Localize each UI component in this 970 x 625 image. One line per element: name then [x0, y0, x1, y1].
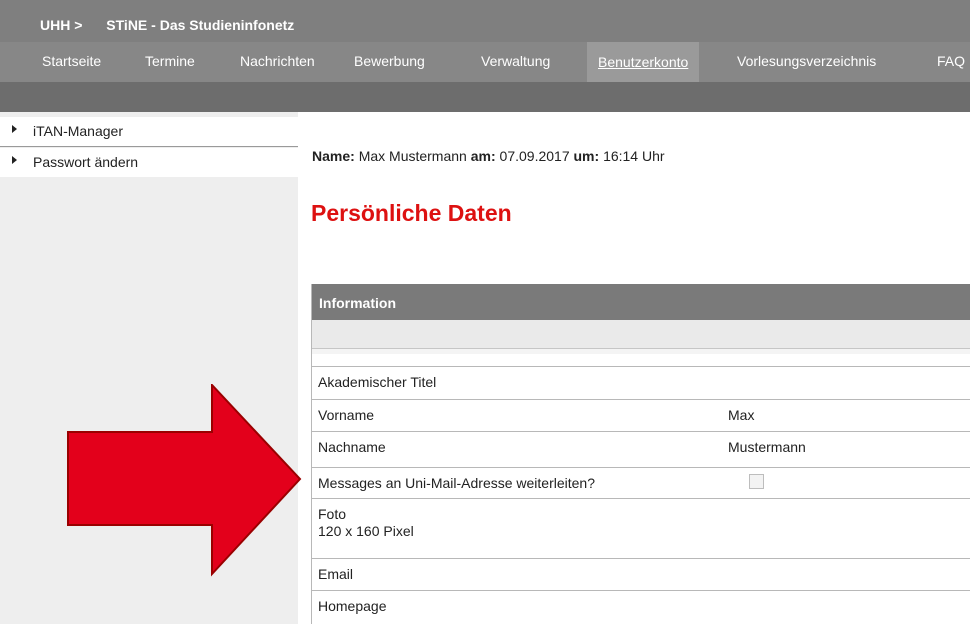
- sidebar-item-label: Passwort ändern: [33, 154, 139, 170]
- nav-item-nachrichten[interactable]: Nachrichten: [240, 53, 315, 69]
- triangle-right-icon: [12, 156, 17, 164]
- org-link[interactable]: UHH >: [40, 17, 82, 33]
- nav-item-benutzerkonto[interactable]: Benutzerkonto: [587, 42, 700, 82]
- red-arrow-icon: [67, 384, 302, 577]
- row-label: Akademischer Titel: [318, 374, 437, 390]
- row-value: Mustermann: [728, 439, 806, 455]
- page-title: Persönliche Daten: [311, 200, 512, 226]
- nav-item-verwaltung[interactable]: Verwaltung: [481, 53, 550, 69]
- row-label: Email: [318, 566, 354, 582]
- date-label: am:: [470, 148, 496, 164]
- time-value: 16:14 Uhr: [603, 148, 665, 164]
- table-spacer: [311, 349, 970, 354]
- table-left-border: [311, 284, 312, 624]
- table-row: Nachname Mustermann: [311, 431, 970, 462]
- date-value: 07.09.2017: [499, 148, 570, 164]
- name-label: Name:: [312, 148, 355, 164]
- table-header-label: Information: [319, 295, 396, 311]
- nav-item-startseite[interactable]: Startseite: [42, 53, 101, 69]
- sidebar-item-itan-manager[interactable]: iTAN-Manager: [0, 117, 298, 146]
- sidebar-item-passwort-aendern[interactable]: Passwort ändern: [0, 148, 298, 177]
- row-label: Messages an Uni-Mail-Adresse weiterleite…: [318, 475, 596, 491]
- top-bar: UHH > STiNE - Das Studieninfonetz: [0, 0, 970, 42]
- row-label-line1: Foto: [318, 506, 347, 522]
- nav-item-bewerbung[interactable]: Bewerbung: [354, 53, 425, 69]
- table-row: Homepage: [311, 590, 970, 625]
- sub-nav-bar: [0, 82, 970, 112]
- app-title: STiNE - Das Studieninfonetz: [106, 17, 295, 33]
- triangle-right-icon: [12, 125, 17, 133]
- row-label: Vorname: [318, 407, 375, 423]
- row-value: Max: [728, 407, 755, 423]
- table-row: Vorname Max: [311, 399, 970, 430]
- row-label-line2: 120 x 160 Pixel: [318, 523, 414, 539]
- table-row: Akademischer Titel: [311, 366, 970, 396]
- table-row: Email: [311, 558, 970, 590]
- table-header: Information: [311, 284, 970, 320]
- row-label: Foto 120 x 160 Pixel: [318, 506, 414, 540]
- user-meta-line: Name: Max Mustermann am: 07.09.2017 um: …: [312, 148, 665, 164]
- table-row: Foto 120 x 160 Pixel: [311, 498, 970, 541]
- nav-item-vorlesungsverzeichnis[interactable]: Vorlesungsverzeichnis: [737, 53, 876, 69]
- name-value: Max Mustermann: [358, 148, 467, 164]
- forward-messages-checkbox[interactable]: [749, 474, 764, 489]
- nav-item-faq[interactable]: FAQ: [937, 53, 965, 69]
- table-subheader: [311, 320, 970, 348]
- sidebar-divider: [0, 146, 298, 147]
- brand: UHH > STiNE - Das Studieninfonetz: [40, 17, 294, 33]
- sidebar-item-label: iTAN-Manager: [33, 123, 123, 139]
- row-label: Nachname: [318, 439, 386, 455]
- time-label: um:: [573, 148, 600, 164]
- nav-item-termine[interactable]: Termine: [145, 53, 195, 69]
- row-label: Homepage: [318, 598, 387, 614]
- table-row: Messages an Uni-Mail-Adresse weiterleite…: [311, 467, 970, 499]
